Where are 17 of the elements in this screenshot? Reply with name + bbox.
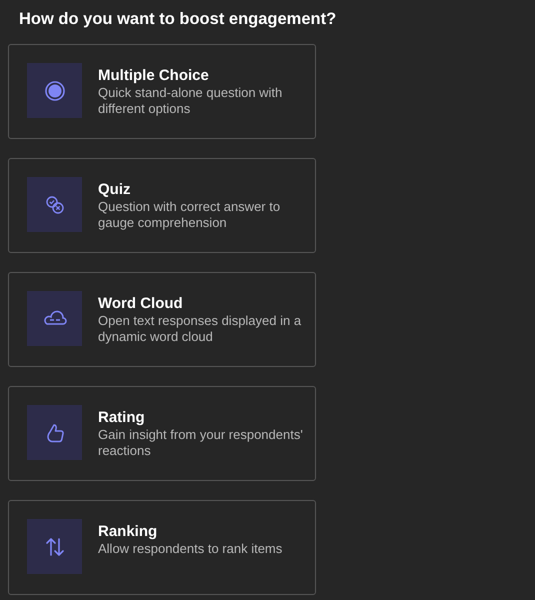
radio-icon	[42, 78, 66, 102]
option-description: Allow respondents to rank items	[98, 541, 282, 557]
option-title: Multiple Choice	[98, 67, 210, 85]
option-description: Question with correct answer to gauge comprehension	[98, 199, 282, 231]
option-card[interactable]: Rating Gain insight from your respondents' reactions	[8, 386, 316, 481]
option-description: Quick stand-alone question with different options	[98, 85, 284, 117]
option-title: Ranking	[98, 523, 158, 541]
option-title: Word Cloud	[98, 295, 184, 313]
option-description: Gain insight from your respondents' reactions	[98, 427, 304, 459]
option-card[interactable]: Multiple Choice Quick stand-alone question with different options	[8, 44, 316, 139]
option-card[interactable]: Quiz Question with correct answer to gauge comprehension	[8, 158, 316, 253]
option-description: Open text responses displayed in a dynamic word cloud	[98, 313, 302, 345]
page-heading: How do you want to boost engagement?	[18, 9, 338, 29]
option-title: Quiz	[98, 181, 132, 199]
option-title: Rating	[98, 409, 146, 427]
option-card[interactable]: Word Cloud Open text responses displayed in a dynamic word cloud	[8, 272, 316, 367]
option-card[interactable]: Ranking Allow respondents to rank items	[8, 500, 316, 595]
